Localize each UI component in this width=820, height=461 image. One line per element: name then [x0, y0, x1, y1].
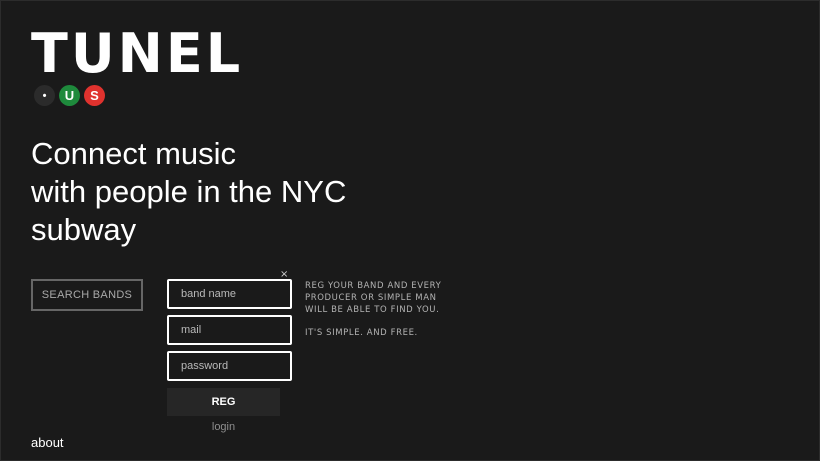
logo: TUNEL: [31, 22, 244, 85]
reg-button[interactable]: REG: [167, 388, 280, 416]
register-info: REG YOUR BAND AND EVERY PRODUCER OR SIMP…: [305, 280, 455, 339]
search-bands-button[interactable]: SEARCH BANDS: [31, 279, 143, 311]
hero-headline: Connect music with people in the NYC sub…: [31, 135, 451, 249]
password-input[interactable]: [167, 351, 292, 381]
subway-line-badges: • U S: [34, 85, 105, 106]
landing-page: TUNEL • U S Connect music with people in…: [0, 0, 820, 461]
hero-line: with people in the NYC: [31, 174, 347, 209]
band-name-input[interactable]: [167, 279, 292, 309]
login-link[interactable]: login: [167, 421, 280, 433]
info-paragraph: IT'S SIMPLE. AND FREE.: [305, 328, 418, 338]
dot-icon: •: [34, 85, 55, 106]
u-line-icon: U: [59, 85, 80, 106]
hero-line: subway: [31, 212, 137, 247]
mail-input[interactable]: [167, 315, 292, 345]
s-line-icon: S: [84, 85, 105, 106]
about-link[interactable]: about: [31, 435, 64, 450]
info-paragraph: REG YOUR BAND AND EVERY PRODUCER OR SIMP…: [305, 281, 442, 315]
hero-line: Connect music: [31, 136, 237, 171]
